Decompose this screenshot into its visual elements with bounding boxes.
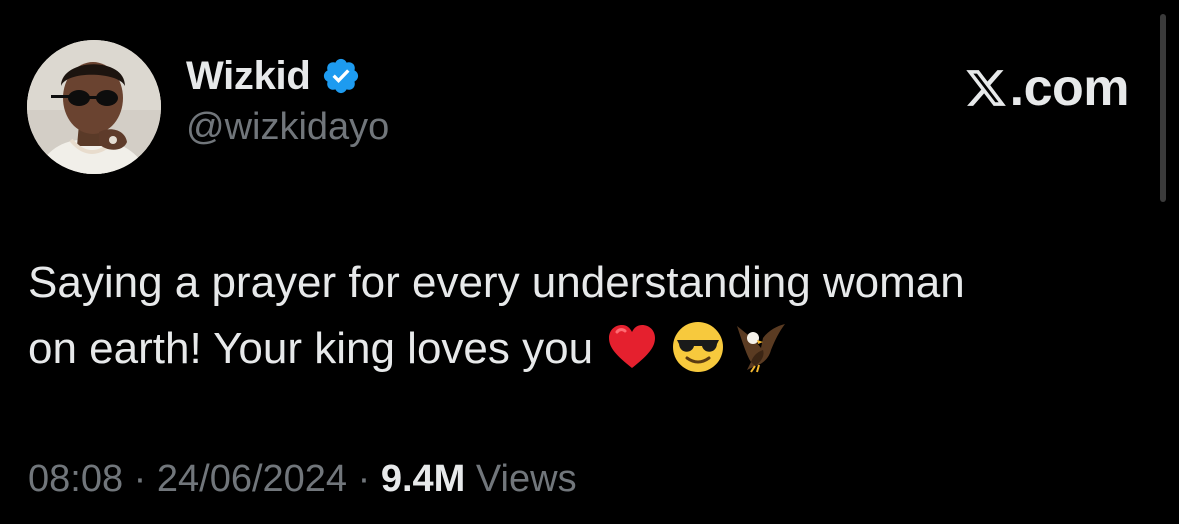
views-count[interactable]: 9.4M: [381, 458, 465, 500]
handle[interactable]: @wizkidayo: [186, 106, 389, 149]
tweet-text-line-1: Saying a prayer for every understanding …: [28, 258, 965, 307]
meta-separator: ·: [347, 458, 381, 500]
meta-separator: ·: [123, 458, 157, 500]
sunglasses-face-emoji: [673, 322, 724, 373]
tweet-date[interactable]: 24/06/2024: [157, 458, 347, 500]
scrollbar[interactable]: [1160, 14, 1166, 202]
tweet-text: Saying a prayer for every understanding …: [28, 250, 1138, 382]
x-logo-icon: [965, 70, 1006, 106]
verified-badge-icon: [323, 58, 358, 94]
name-row: Wizkid: [186, 52, 389, 100]
brand-watermark: .com: [964, 58, 1130, 118]
tweet-card: Wizkid @wizkidayo .com Saying a prayer f…: [0, 0, 1179, 524]
red-heart-emoji: [609, 325, 656, 369]
display-name[interactable]: Wizkid: [186, 54, 311, 99]
author-block[interactable]: Wizkid @wizkidayo: [186, 52, 389, 149]
tweet-text-line-2-text: on earth! Your king loves you: [28, 324, 594, 373]
tweet-meta: 08:08 · 24/06/2024 · 9.4M Views: [28, 458, 577, 501]
brand-label: .com: [1009, 59, 1130, 117]
emoji-group: [607, 320, 787, 374]
views-label: Views: [465, 458, 577, 500]
avatar[interactable]: [27, 40, 161, 174]
avatar-photo: [27, 40, 161, 174]
tweet-text-line-2: on earth! Your king loves you: [28, 316, 1138, 382]
tweet-time[interactable]: 08:08: [28, 458, 123, 500]
eagle-emoji: [737, 324, 786, 373]
